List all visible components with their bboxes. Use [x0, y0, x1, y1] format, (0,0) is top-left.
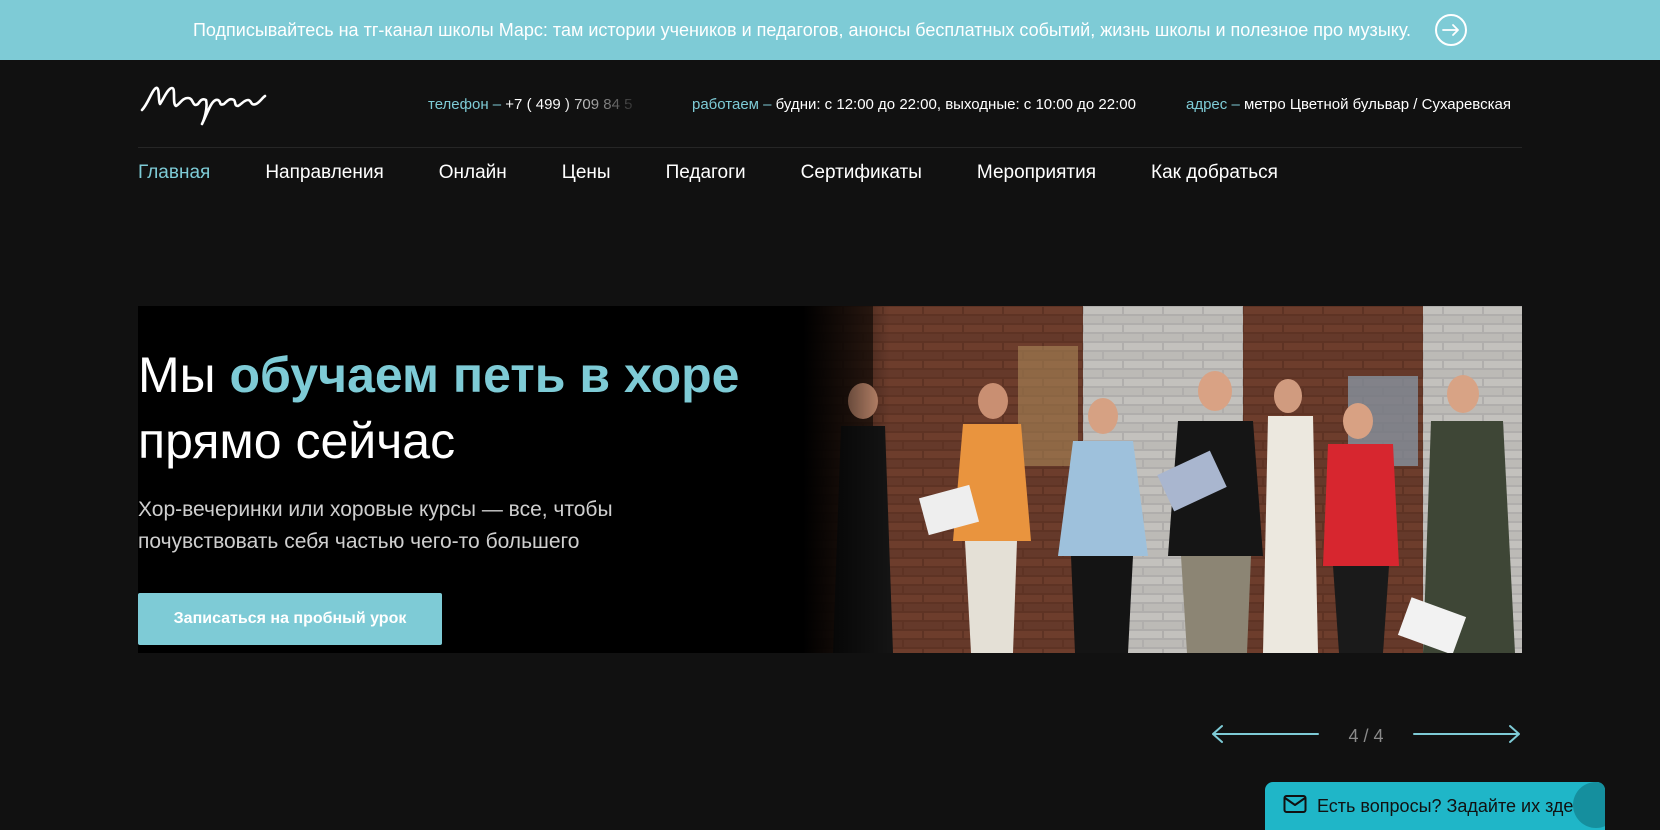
- nav-item-home[interactable]: Главная: [138, 162, 210, 192]
- phone-contact[interactable]: телефон – +7 ( 499 ) 709 84 5: [428, 96, 632, 113]
- header-divider: [138, 147, 1522, 148]
- hero-title-prefix: Мы: [138, 347, 230, 403]
- arrow-right-icon[interactable]: [1412, 724, 1522, 744]
- hours-contact: работаем – будни: с 12:00 до 22:00, выхо…: [692, 96, 1136, 113]
- nav-item-online[interactable]: Онлайн: [439, 162, 507, 192]
- phone-label: телефон –: [428, 96, 502, 113]
- nav-item-directions-map[interactable]: Как добраться: [1151, 162, 1278, 192]
- chat-text: Есть вопросы? Задайте их здесь.: [1317, 795, 1597, 816]
- hero-title-line2: прямо сейчас: [138, 413, 456, 469]
- hero-content: Мы обучаем петь в хоре прямо сейчас Хор-…: [138, 342, 818, 558]
- trial-lesson-button[interactable]: Записаться на пробный урок: [138, 593, 442, 645]
- logo[interactable]: [138, 74, 268, 130]
- address-label: адрес –: [1186, 96, 1240, 113]
- hero-title-accent: обучаем петь в хоре: [229, 347, 740, 403]
- address-value: метро Цветной бульвар / Сухаревская: [1243, 96, 1511, 113]
- envelope-icon: [1283, 794, 1307, 819]
- hero-slide: Мы обучаем петь в хоре прямо сейчас Хор-…: [138, 306, 1522, 653]
- chat-widget[interactable]: Есть вопросы? Задайте их здесь.: [1265, 782, 1605, 830]
- banner-text[interactable]: Подписывайтесь на тг-канал школы Марс: т…: [193, 20, 1411, 41]
- site-header: телефон – +7 ( 499 ) 709 84 5 работаем –…: [138, 60, 1522, 148]
- nav-item-prices[interactable]: Цены: [562, 162, 611, 192]
- hours-value: будни: с 12:00 до 22:00, выходные: с 10:…: [775, 96, 1136, 113]
- chat-corner-decoration: [1573, 782, 1605, 828]
- hero-photo: [803, 306, 1522, 653]
- hours-label: работаем –: [692, 96, 772, 113]
- address-contact: адрес – метро Цветной бульвар / Сухаревс…: [1186, 96, 1511, 113]
- nav-item-certificates[interactable]: Сертификаты: [801, 162, 922, 192]
- slider-nav: 4 / 4: [1210, 720, 1522, 750]
- nav-item-teachers[interactable]: Педагоги: [666, 162, 746, 192]
- nav-item-events[interactable]: Мероприятия: [977, 162, 1096, 192]
- top-banner[interactable]: Подписывайтесь на тг-канал школы Марс: т…: [0, 0, 1660, 60]
- arrow-right-circle-icon[interactable]: [1435, 14, 1468, 46]
- phone-value[interactable]: +7 ( 499 ) 709 84 5: [505, 96, 632, 113]
- hero-title: Мы обучаем петь в хоре прямо сейчас: [138, 342, 818, 474]
- main-nav: Главная Направления Онлайн Цены Педагоги…: [138, 162, 1278, 192]
- hero-subtitle: Хор-вечеринки или хоровые курсы — все, ч…: [138, 498, 613, 553]
- nav-item-directions[interactable]: Направления: [265, 162, 383, 192]
